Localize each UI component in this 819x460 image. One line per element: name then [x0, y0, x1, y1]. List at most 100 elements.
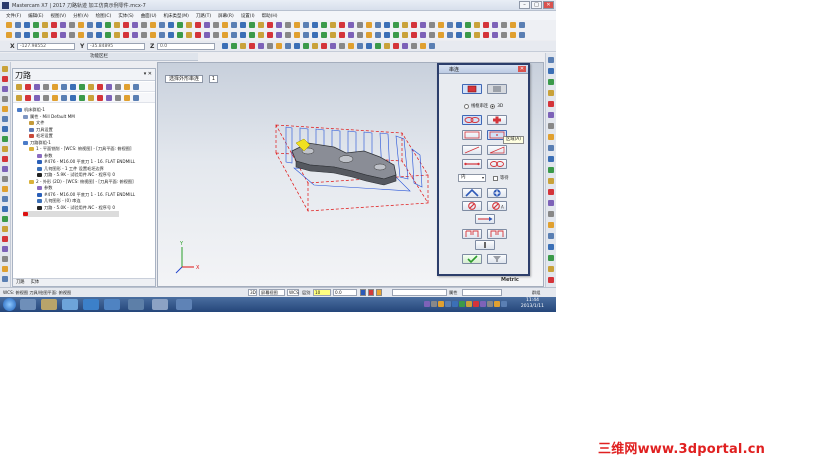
status-z-depth-field[interactable]: 0.0: [333, 289, 357, 296]
toolbar-tool-icon[interactable]: [79, 84, 85, 90]
toolbar-tool-icon[interactable]: [312, 43, 318, 49]
toolbar-tool-icon[interactable]: [2, 206, 8, 212]
toolbar-tool-icon[interactable]: [483, 22, 489, 28]
color-swatch-icon[interactable]: [376, 289, 382, 296]
vector-select-button[interactable]: [487, 145, 507, 155]
reverse-button[interactable]: [475, 214, 495, 224]
chain-options-button[interactable]: [487, 159, 507, 169]
modify-start-button[interactable]: [462, 229, 482, 239]
toolbar-tool-icon[interactable]: [366, 32, 372, 38]
maximize-button[interactable]: □: [531, 1, 542, 9]
toolbar-tool-icon[interactable]: [222, 32, 228, 38]
toolbar-tool-icon[interactable]: [2, 116, 8, 122]
partial-chain-button[interactable]: [462, 159, 482, 169]
modify-end-button[interactable]: [487, 229, 507, 239]
toolbar-tool-icon[interactable]: [2, 256, 8, 262]
toolbar-tool-icon[interactable]: [321, 43, 327, 49]
toolbar-tool-icon[interactable]: [294, 43, 300, 49]
toolbar-tool-icon[interactable]: [2, 106, 8, 112]
taskbar-window-icon[interactable]: [176, 299, 192, 310]
toolbar-tool-icon[interactable]: [330, 22, 336, 28]
toolbar-tool-icon[interactable]: [33, 32, 39, 38]
toolbar-tool-icon[interactable]: [459, 301, 465, 307]
toolbar-tool-icon[interactable]: [312, 22, 318, 28]
toolbar-tool-icon[interactable]: [494, 301, 500, 307]
toolbar-tool-icon[interactable]: [420, 32, 426, 38]
chain-button[interactable]: [462, 115, 482, 125]
toolbar-tool-icon[interactable]: [231, 43, 237, 49]
toolbar-tool-icon[interactable]: [321, 22, 327, 28]
toolbar-tool-icon[interactable]: [501, 22, 507, 28]
toolbar-tool-icon[interactable]: [402, 43, 408, 49]
3d-radio[interactable]: [490, 103, 496, 109]
toolbar-tool-icon[interactable]: [186, 32, 192, 38]
toolbar-tool-icon[interactable]: [2, 266, 8, 272]
toolbar-tool-icon[interactable]: [452, 301, 458, 307]
toolbar-tool-icon[interactable]: [548, 101, 554, 107]
toolbar-tool-icon[interactable]: [548, 255, 554, 261]
toolbar-tool-icon[interactable]: [384, 32, 390, 38]
toolbar-tool-icon[interactable]: [133, 84, 139, 90]
toolbar-tool-icon[interactable]: [2, 76, 8, 82]
toolbar-tool-icon[interactable]: [2, 86, 8, 92]
toolbar-tool-icon[interactable]: [483, 32, 489, 38]
toolbar-tool-icon[interactable]: [16, 95, 22, 101]
toolbar-tool-icon[interactable]: [510, 32, 516, 38]
toolbar-tool-icon[interactable]: [548, 244, 554, 250]
toolbar-tool-icon[interactable]: [480, 301, 486, 307]
toolbar-tool-icon[interactable]: [96, 32, 102, 38]
toolbar-tool-icon[interactable]: [420, 22, 426, 28]
toolbar-tool-icon[interactable]: [132, 32, 138, 38]
toolbar-tool-icon[interactable]: [501, 301, 507, 307]
toolbar-tool-icon[interactable]: [548, 145, 554, 151]
toolbar-tool-icon[interactable]: [384, 22, 390, 28]
toolbar-tool-icon[interactable]: [2, 226, 8, 232]
toolbar-tool-icon[interactable]: [303, 43, 309, 49]
toolbar-tool-icon[interactable]: [240, 43, 246, 49]
menu-analyze[interactable]: 分析(A): [73, 13, 89, 19]
toolbar-tool-icon[interactable]: [411, 43, 417, 49]
toolbar-tool-icon[interactable]: [375, 43, 381, 49]
toolbar-tool-icon[interactable]: [186, 22, 192, 28]
status-level-field[interactable]: 10: [313, 289, 331, 296]
menu-create[interactable]: 绘图(C): [96, 13, 112, 19]
toolbar-tool-icon[interactable]: [106, 84, 112, 90]
toolbar-tool-icon[interactable]: [34, 95, 40, 101]
toolbar-tool-icon[interactable]: [132, 22, 138, 28]
toolbar-tool-icon[interactable]: [177, 22, 183, 28]
inside-outside-select[interactable]: 内 ▾: [458, 174, 486, 182]
menu-view[interactable]: 视图(V): [50, 13, 66, 19]
close-window-button[interactable]: ✕: [543, 1, 554, 9]
toolbar-tool-icon[interactable]: [548, 200, 554, 206]
toolbar-tool-icon[interactable]: [393, 32, 399, 38]
toolbar-tool-icon[interactable]: [375, 32, 381, 38]
toolbar-tool-icon[interactable]: [15, 22, 21, 28]
toolbar-tool-icon[interactable]: [195, 32, 201, 38]
toolbar-tool-icon[interactable]: [204, 22, 210, 28]
toolbar-tool-icon[interactable]: [96, 22, 102, 28]
toolbar-tool-icon[interactable]: [294, 22, 300, 28]
toolbar-tool-icon[interactable]: [456, 22, 462, 28]
toolbar-tool-icon[interactable]: [240, 22, 246, 28]
toolbar-tool-icon[interactable]: [115, 95, 121, 101]
toolbar-tool-icon[interactable]: [88, 95, 94, 101]
toolbar-tool-icon[interactable]: [105, 32, 111, 38]
toolbar-tool-icon[interactable]: [294, 32, 300, 38]
toolbar-tool-icon[interactable]: [474, 32, 480, 38]
taskbar-clock[interactable]: 11:44 2013/1/11: [521, 298, 544, 310]
toolbar-tool-icon[interactable]: [429, 22, 435, 28]
toolbar-tool-icon[interactable]: [431, 301, 437, 307]
toolbar-tool-icon[interactable]: [548, 90, 554, 96]
toolbar-tool-icon[interactable]: [384, 43, 390, 49]
toolbar-tool-icon[interactable]: [25, 95, 31, 101]
toolbar-tool-icon[interactable]: [2, 216, 8, 222]
toolbar-tool-icon[interactable]: [61, 84, 67, 90]
status-attributes-button[interactable]: 属性: [449, 290, 457, 296]
toolbar-tool-icon[interactable]: [357, 22, 363, 28]
toolbar-tool-icon[interactable]: [43, 95, 49, 101]
toolbar-tool-icon[interactable]: [447, 32, 453, 38]
toolbar-tool-icon[interactable]: [393, 22, 399, 28]
toolbar-tool-icon[interactable]: [330, 43, 336, 49]
status-screen-view[interactable]: 屏幕视图: [259, 289, 285, 296]
toolbar-tool-icon[interactable]: [213, 22, 219, 28]
